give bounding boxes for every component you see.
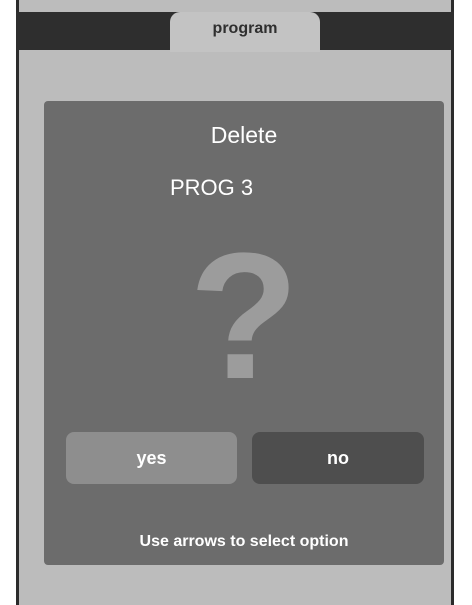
instruction-text: Use arrows to select option: [139, 533, 349, 550]
dialog-title: Delete: [210, 122, 278, 148]
program-name: PROG 3: [170, 175, 254, 200]
no-button[interactable]: no: [252, 432, 424, 484]
yes-button[interactable]: yes: [66, 432, 237, 484]
tab-program: program: [170, 12, 320, 52]
question-mark-icon: ?: [189, 216, 299, 417]
delete-confirm-dialog: Delete PROG 3 ? yes no Use arrows to sel…: [44, 101, 444, 565]
